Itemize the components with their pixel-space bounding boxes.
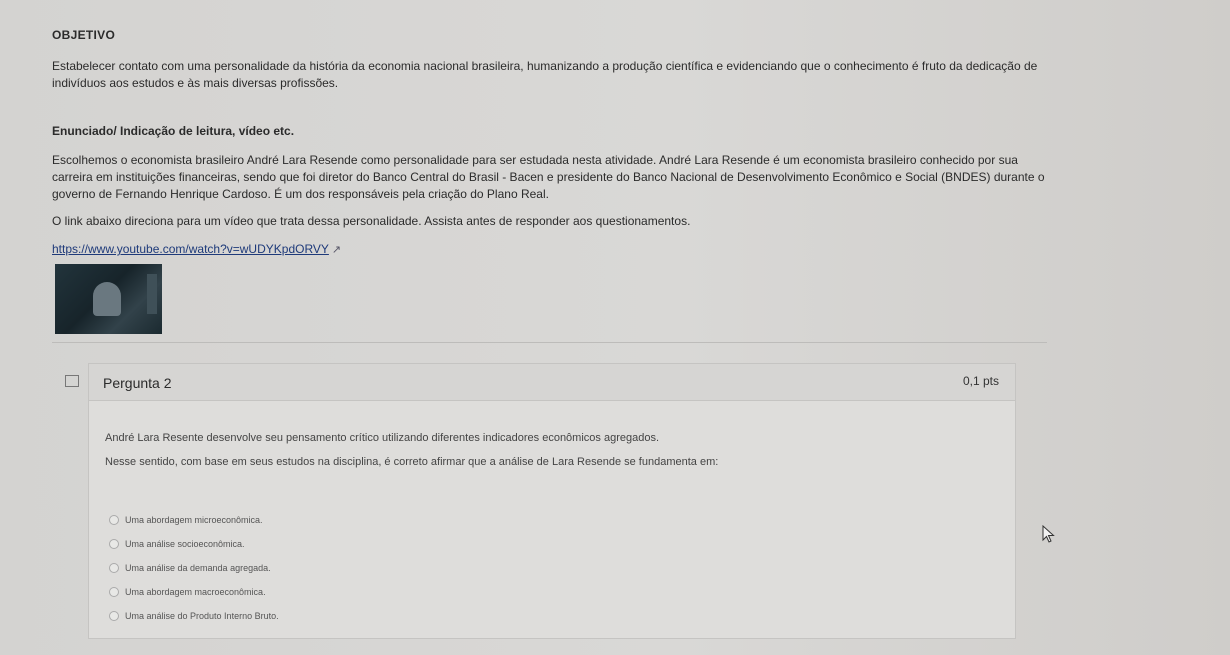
answer-option[interactable]: Uma análise do Produto Interno Bruto. <box>109 605 279 627</box>
flag-question-icon[interactable] <box>65 375 79 387</box>
answer-option-label: Uma análise da demanda agregada. <box>125 563 271 573</box>
answer-option-label: Uma abordagem microeconômica. <box>125 515 263 525</box>
radio-button[interactable] <box>109 563 119 573</box>
question-text-1: André Lara Resente desenvolve seu pensam… <box>105 432 660 444</box>
question-card: Pergunta 2 0,1 pts André Lara Resente de… <box>88 363 1016 639</box>
video-thumbnail[interactable] <box>55 264 162 334</box>
question-header: Pergunta 2 0,1 pts <box>89 364 1015 401</box>
radio-button[interactable] <box>109 587 119 597</box>
external-link-icon: ↗ <box>331 244 342 256</box>
statement-paragraph-2: O link abaixo direciona para um vídeo qu… <box>52 214 691 228</box>
statement-heading: Enunciado/ Indicação de leitura, vídeo e… <box>52 124 295 138</box>
radio-button[interactable] <box>109 539 119 549</box>
section-divider <box>52 342 1047 343</box>
statement-paragraph-1: Escolhemos o economista brasileiro André… <box>52 153 1045 201</box>
radio-button[interactable] <box>109 515 119 525</box>
thumbnail-person <box>93 282 121 316</box>
answer-option[interactable]: Uma análise da demanda agregada. <box>109 557 279 579</box>
radio-button[interactable] <box>109 611 119 621</box>
objective-text: Estabelecer contato com uma personalidad… <box>52 59 1038 90</box>
video-link-text: https://www.youtube.com/watch?v=wUDYKpdO… <box>52 242 329 256</box>
question-text-2: Nesse sentido, com base em seus estudos … <box>105 456 719 468</box>
question-points: 0,1 pts <box>962 374 999 388</box>
answer-option-label: Uma abordagem macroeconômica. <box>125 587 266 597</box>
answer-option[interactable]: Uma abordagem macroeconômica. <box>109 581 279 603</box>
question-body: André Lara Resente desenvolve seu pensam… <box>105 432 985 480</box>
question-title: Pergunta 2 <box>103 375 172 391</box>
answer-option-label: Uma análise socioeconômica. <box>125 539 245 549</box>
answer-options: Uma abordagem microeconômica. Uma anális… <box>109 509 279 629</box>
answer-option-label: Uma análise do Produto Interno Bruto. <box>125 611 279 621</box>
answer-option[interactable]: Uma análise socioeconômica. <box>109 533 279 555</box>
video-link[interactable]: https://www.youtube.com/watch?v=wUDYKpdO… <box>52 242 341 256</box>
thumbnail-background-detail <box>147 274 157 314</box>
answer-option[interactable]: Uma abordagem microeconômica. <box>109 509 279 531</box>
mouse-cursor-icon <box>1042 525 1055 543</box>
objective-heading: OBJETIVO <box>52 28 116 42</box>
objective-section: OBJETIVO Estabelecer contato com uma per… <box>52 28 1052 258</box>
